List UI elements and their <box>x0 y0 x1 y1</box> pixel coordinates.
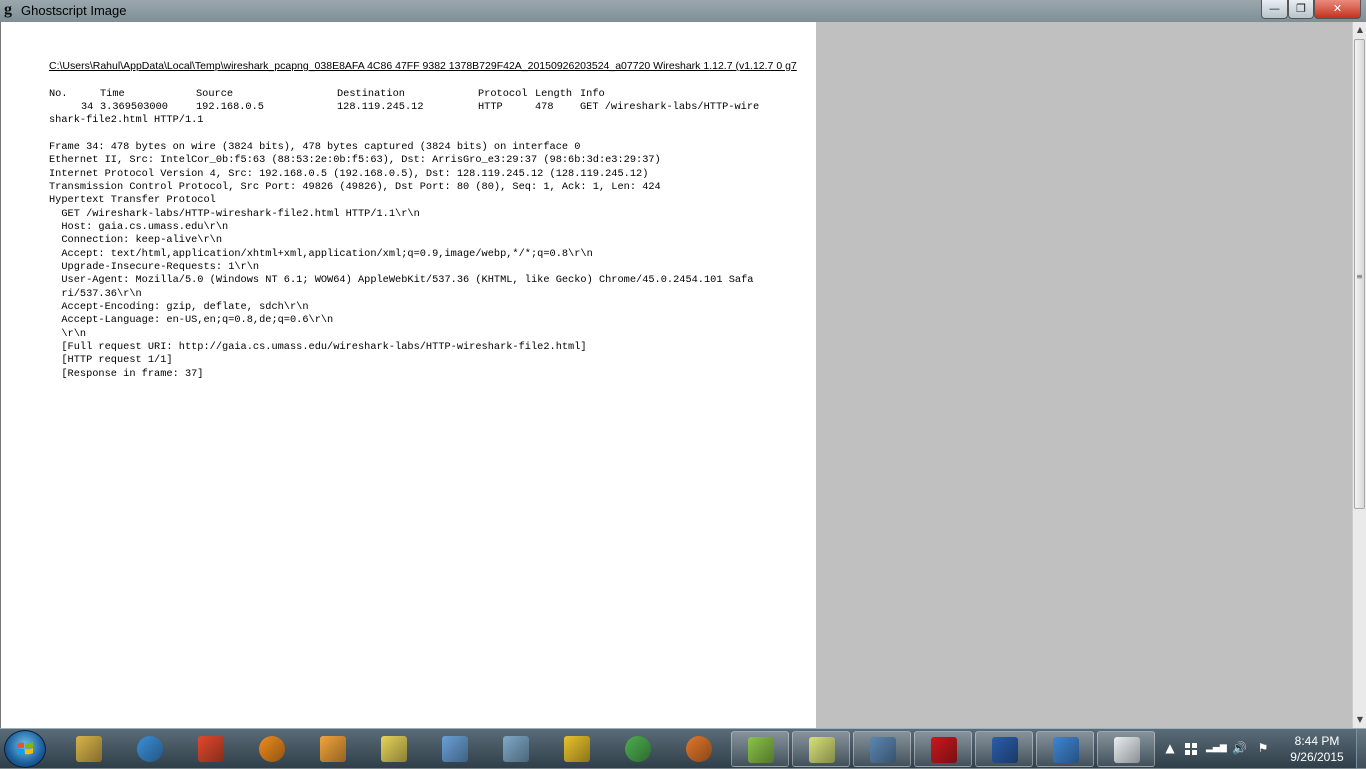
detail-line: Ethernet II, Src: IntelCor_0b:f5:63 (88:… <box>49 154 661 166</box>
winscp-icon <box>564 736 590 762</box>
notepad-plus-plus-icon <box>748 737 774 763</box>
detail-line: Frame 34: 478 bytes on wire (3824 bits),… <box>49 141 581 153</box>
scroll-thumb[interactable]: ≡ <box>1354 39 1365 509</box>
adobe-reader-icon <box>931 737 957 763</box>
start-button[interactable] <box>4 730 46 768</box>
packet-length: 478 <box>535 101 554 113</box>
taskbar-app-wireshark[interactable] <box>1036 731 1094 767</box>
clock[interactable]: 8:44 PM 9/26/2015 <box>1282 733 1352 765</box>
remote-desktop-icon <box>870 737 896 763</box>
virtualbox-icon <box>442 736 468 762</box>
volume-icon[interactable]: 🔊 <box>1232 741 1247 755</box>
action-center-flag-icon[interactable]: ⚑ <box>1256 741 1270 755</box>
minimize-button[interactable]: — <box>1261 0 1288 19</box>
taskbar-app-vlc[interactable] <box>243 731 301 767</box>
packet-info: GET /wireshark-labs/HTTP-wire <box>580 101 760 113</box>
packet-source: 192.168.0.5 <box>196 101 264 113</box>
taskbar-app-explorer[interactable] <box>60 731 118 767</box>
media-player-icon <box>320 736 346 762</box>
header-source: Source <box>196 88 234 100</box>
word-icon <box>992 737 1018 763</box>
detail-line: Transmission Control Protocol, Src Port:… <box>49 181 661 193</box>
windows-logo-icon <box>17 742 33 755</box>
taskbar-app-word[interactable] <box>975 731 1033 767</box>
texmaker-icon <box>381 736 407 762</box>
taskbar-app-internet-explorer[interactable] <box>121 731 179 767</box>
header-length: Length <box>535 88 573 100</box>
taskbar-app-sticky-notes[interactable] <box>792 731 850 767</box>
detail-line: Host: gaia.cs.umass.edu\r\n <box>49 221 229 233</box>
detail-line: Accept-Language: en-US,en;q=0.8,de;q=0.6… <box>49 314 334 326</box>
taskbar-app-calculator[interactable] <box>487 731 545 767</box>
taskbar-app-adobe-reader[interactable] <box>914 731 972 767</box>
windows-logo-tray-icon[interactable] <box>1184 742 1198 756</box>
matlab-icon <box>686 736 712 762</box>
detail-line: GET /wireshark-labs/HTTP-wireshark-file2… <box>49 208 420 220</box>
image-viewport[interactable]: C:\Users\Rahul\AppData\Local\Temp\wiresh… <box>0 22 1352 728</box>
window-title: Ghostscript Image <box>21 3 127 18</box>
maximize-button[interactable]: ❐ <box>1288 0 1314 19</box>
ghostscript-viewer-icon <box>1114 737 1140 763</box>
packet-protocol: HTTP <box>478 101 503 113</box>
packet-no: 34 <box>81 101 94 113</box>
header-no: No. <box>49 88 68 100</box>
header-time: Time <box>100 88 125 100</box>
network-signal-icon[interactable]: ▂▄▆ <box>1206 741 1227 755</box>
internet-explorer-icon <box>137 736 163 762</box>
chrome-icon <box>625 736 651 762</box>
detail-line: [Full request URI: http://gaia.cs.umass.… <box>49 341 587 353</box>
explorer-icon <box>76 736 102 762</box>
clock-date: 9/26/2015 <box>1290 750 1344 764</box>
detail-line: \r\n <box>49 328 87 340</box>
packet-info-wrap: shark-file2.html HTTP/1.1 <box>49 114 204 126</box>
detail-line: [Response in frame: 37] <box>49 368 204 380</box>
taskbar-app-media-player[interactable] <box>304 731 362 767</box>
detail-line: Upgrade-Insecure-Requests: 1\r\n <box>49 261 260 273</box>
taskbar-app-chrome[interactable] <box>609 731 667 767</box>
git-icon <box>198 736 224 762</box>
wireshark-icon <box>1053 737 1079 763</box>
window-titlebar[interactable]: g Ghostscript Image — ❐ ✕ <box>0 0 1366 22</box>
header-destination: Destination <box>337 88 405 100</box>
document-page: C:\Users\Rahul\AppData\Local\Temp\wiresh… <box>0 22 816 728</box>
show-desktop-button[interactable] <box>1356 729 1366 769</box>
sticky-notes-icon <box>809 737 835 763</box>
header-info: Info <box>580 88 605 100</box>
calculator-icon <box>503 736 529 762</box>
taskbar-app-notepad-plus-plus[interactable] <box>731 731 789 767</box>
taskbar: ▲ ▂▄▆ 🔊 ⚑ 8:44 PM 9/26/2015 <box>0 728 1366 769</box>
taskbar-app-virtualbox[interactable] <box>426 731 484 767</box>
taskbar-app-matlab[interactable] <box>670 731 728 767</box>
taskbar-app-ghostscript-viewer[interactable] <box>1097 731 1155 767</box>
taskbar-app-remote-desktop[interactable] <box>853 731 911 767</box>
vertical-scrollbar[interactable]: ▲ ≡ ▼ <box>1352 22 1366 728</box>
ghostscript-app-icon: g <box>4 1 12 18</box>
document-header-path: C:\Users\Rahul\AppData\Local\Temp\wiresh… <box>49 60 797 72</box>
scroll-grip-icon: ≡ <box>1356 272 1363 281</box>
header-protocol: Protocol <box>478 88 528 100</box>
packet-destination: 128.119.245.12 <box>337 101 424 113</box>
detail-line: Internet Protocol Version 4, Src: 192.16… <box>49 168 649 180</box>
show-hidden-icons-chevron-icon[interactable]: ▲ <box>1163 741 1177 755</box>
vlc-icon <box>259 736 285 762</box>
clock-time: 8:44 PM <box>1294 734 1340 748</box>
detail-line: User-Agent: Mozilla/5.0 (Windows NT 6.1;… <box>49 274 754 286</box>
detail-line: Connection: keep-alive\r\n <box>49 234 223 246</box>
detail-line: Accept-Encoding: gzip, deflate, sdch\r\n <box>49 301 309 313</box>
scroll-down-arrow-icon[interactable]: ▼ <box>1353 712 1366 728</box>
taskbar-app-winscp[interactable] <box>548 731 606 767</box>
detail-line: [HTTP request 1/1] <box>49 354 173 366</box>
taskbar-app-git[interactable] <box>182 731 240 767</box>
detail-line: Hypertext Transfer Protocol <box>49 194 216 206</box>
detail-line: ri/537.36\r\n <box>49 288 142 300</box>
scroll-up-arrow-icon[interactable]: ▲ <box>1353 22 1366 38</box>
taskbar-app-texmaker[interactable] <box>365 731 423 767</box>
packet-time: 3.369503000 <box>100 101 168 113</box>
detail-line: Accept: text/html,application/xhtml+xml,… <box>49 248 593 260</box>
close-button[interactable]: ✕ <box>1314 0 1361 19</box>
